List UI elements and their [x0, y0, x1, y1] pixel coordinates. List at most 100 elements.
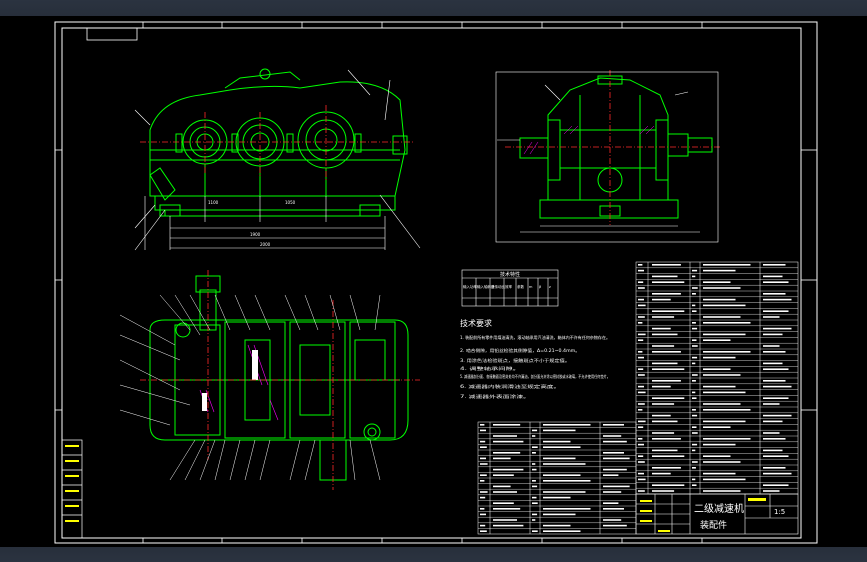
table-entry-mark: [543, 429, 576, 432]
table-entry-mark: [652, 472, 671, 475]
table-entry-mark: [652, 380, 681, 382]
svg-text:m: m: [529, 285, 533, 289]
table-entry-mark: [692, 362, 696, 365]
table-entry-mark: [638, 351, 643, 353]
table-entry-mark: [603, 435, 622, 437]
table-entry-mark: [692, 443, 698, 446]
table-entry-mark: [532, 519, 536, 521]
table-entry-mark: [763, 345, 780, 347]
table-entry-mark: [543, 524, 571, 527]
table-entry-mark: [652, 345, 675, 347]
table-entry-mark: [638, 461, 645, 463]
table-entry-mark: [652, 327, 671, 330]
table-entry-mark: [652, 432, 675, 434]
table-entry-mark: [493, 457, 511, 460]
table-entry-mark: [638, 385, 644, 388]
table-entry-mark: [638, 281, 644, 283]
table-entry-mark: [652, 281, 685, 283]
table-entry-mark: [638, 438, 643, 440]
table-entry-mark: [532, 468, 537, 471]
tech-line-4: 4. 调整轴承间隙。: [460, 365, 520, 371]
table-entry-mark: [638, 420, 646, 423]
table-entry-mark: [763, 293, 786, 295]
table-entry-mark: [763, 368, 789, 370]
table-entry-mark: [692, 293, 696, 295]
table-entry-mark: [703, 356, 736, 359]
table-entry-mark: [692, 339, 697, 341]
table-entry-mark: [480, 513, 486, 516]
table-entry-mark: [638, 443, 644, 446]
title-block-scale: 1:5: [774, 508, 785, 516]
table-entry-mark: [532, 446, 538, 448]
table-entry-mark: [703, 461, 741, 463]
table-entry-mark: [652, 310, 685, 312]
table-entry-mark: [763, 490, 780, 492]
table-entry-mark: [703, 443, 736, 446]
svg-text:效率: 效率: [505, 284, 513, 289]
table-entry-mark: [692, 275, 696, 278]
table-entry-mark: [703, 374, 741, 376]
table-entry-mark: [493, 452, 521, 454]
table-entry-mark: [763, 275, 783, 278]
table-entry-mark: [638, 304, 646, 307]
table-entry-mark: [692, 322, 696, 324]
table-entry-mark: [638, 455, 644, 457]
table-entry-mark: [638, 403, 645, 405]
table-entry-mark: [532, 502, 538, 504]
table-entry-mark: [480, 429, 486, 432]
table-entry-mark: [703, 368, 731, 370]
table-entry-mark: [638, 322, 643, 324]
table-entry-mark: [543, 530, 581, 532]
table-entry-mark: [532, 435, 536, 437]
table-entry-mark: [603, 440, 627, 443]
table-entry-mark: [703, 385, 736, 388]
tech-line-2: 2. 啮合侧隙，用铅丝检验其侧隙值，Δ=0.21~0.4mm。: [460, 347, 580, 353]
table-entry-mark: [692, 310, 697, 312]
table-entry-mark: [692, 449, 696, 452]
table-entry-mark: [480, 496, 486, 499]
table-entry-mark: [480, 463, 488, 465]
table-entry-mark: [543, 491, 586, 493]
table-entry-mark: [493, 524, 524, 527]
table-entry-mark: [603, 424, 624, 426]
table-entry-mark: [763, 403, 780, 405]
table-entry-mark: [638, 339, 644, 341]
svg-text:β: β: [539, 285, 541, 289]
table-entry-mark: [703, 490, 741, 492]
table-entry-mark: [763, 327, 792, 330]
table-entry-mark: [543, 440, 571, 443]
table-entry-mark: [692, 287, 698, 289]
table-entry-mark: [480, 491, 488, 493]
table-entry-mark: [652, 484, 685, 486]
table-entry-mark: [603, 457, 630, 460]
table-entry-mark: [692, 467, 696, 469]
table-entry-mark: [638, 368, 644, 370]
table-entry-mark: [763, 310, 789, 312]
table-entry-mark: [652, 420, 678, 423]
table-entry-mark: [532, 452, 536, 454]
table-entry-mark: [692, 269, 698, 272]
table-entry-mark: [763, 420, 783, 423]
table-entry-mark: [543, 508, 591, 510]
table-entry-mark: [543, 513, 576, 516]
table-entry-mark: [703, 403, 741, 405]
table-entry-mark: [763, 472, 792, 475]
table-entry-mark: [652, 362, 678, 365]
table-entry-mark: [652, 368, 685, 370]
cad-viewport[interactable]: 1100 1050 1900 2000 技术特性 输入功率 输入轴转速 总传动比…: [0, 0, 867, 562]
table-entry-mark: [703, 287, 741, 289]
table-entry-mark: [763, 333, 783, 336]
table-entry-mark: [703, 333, 746, 336]
table-entry-mark: [703, 322, 751, 324]
table-entry-mark: [763, 414, 792, 417]
table-entry-mark: [493, 435, 517, 437]
table-entry-mark: [603, 519, 622, 521]
table-entry-mark: [638, 391, 646, 394]
table-entry-mark: [543, 463, 586, 465]
table-entry-mark: [692, 461, 698, 463]
tech-line-5: 5. 减速器剖分面、各接触面及密封处均不许漏油，剖分面允许涂以密封胶或水玻璃，不…: [460, 373, 610, 379]
table-entry-mark: [493, 519, 517, 521]
table-entry-mark: [763, 455, 789, 457]
table-entry-mark: [652, 264, 681, 266]
svg-text:1100: 1100: [208, 200, 219, 205]
